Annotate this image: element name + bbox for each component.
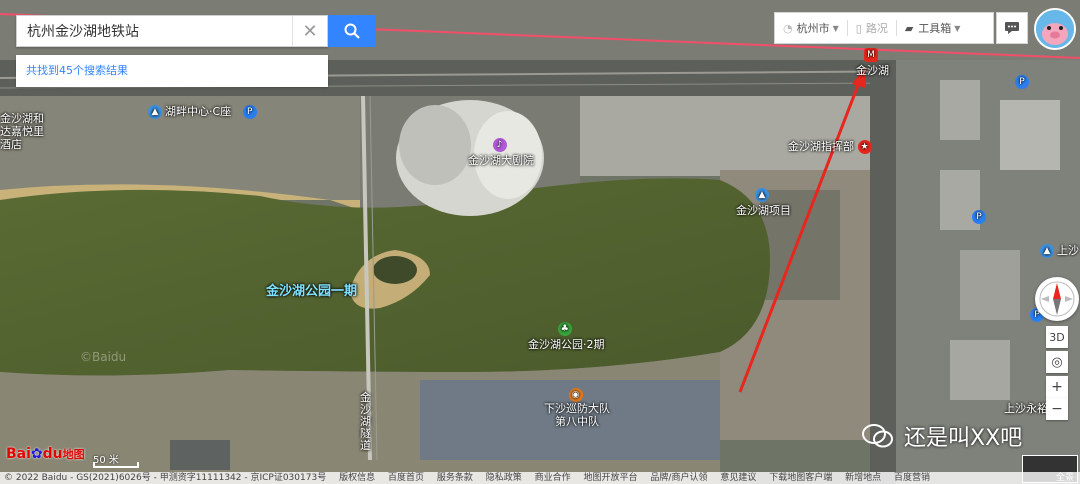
poi-right-1[interactable]: ▲ 上沙 (1040, 242, 1079, 258)
search-box: ✕ (16, 15, 328, 47)
zoom-out-button[interactable]: − (1046, 398, 1068, 420)
message-button[interactable] (996, 12, 1028, 44)
chevron-down-icon: ▼ (832, 23, 839, 33)
wechat-icon (862, 424, 893, 448)
poi-hq[interactable]: 金沙湖指挥部 ★ (788, 138, 875, 154)
close-icon: ✕ (302, 20, 318, 42)
footer-link-download[interactable]: 下载地图客户端 (769, 473, 832, 483)
poi-theater[interactable]: ♪ 金沙湖大剧院 (468, 138, 534, 168)
metro-icon: M (864, 48, 878, 62)
poi-right-2[interactable]: 上沙永裕 (1004, 400, 1048, 416)
search-input[interactable] (17, 16, 293, 46)
3d-toggle[interactable]: 3D (1046, 326, 1068, 348)
theater-icon: ♪ (492, 138, 507, 152)
search-button[interactable] (328, 15, 376, 47)
footer-link-copyright[interactable]: 版权信息 (339, 473, 375, 483)
clear-search-button[interactable]: ✕ (292, 16, 327, 46)
scale-bar (93, 462, 139, 468)
star-icon: ★ (857, 140, 872, 154)
baidu-map-logo[interactable]: Bai✿du地图 (6, 446, 85, 462)
chevron-down-icon: ▼ (954, 23, 961, 33)
footer-link-claim[interactable]: 品牌/商户认领 (650, 473, 707, 483)
poi-fire-brigade[interactable]: ◉ 下沙巡防大队 第八中队 (544, 388, 610, 428)
parking-icon[interactable]: P (242, 105, 257, 119)
footer-link-marketing[interactable]: 百度营销 (894, 473, 930, 483)
city-selector[interactable]: ◔ 杭州市 ▼ (775, 13, 847, 43)
footer-link-add-place[interactable]: 新增地点 (845, 473, 881, 483)
footer-link-privacy[interactable]: 隐私政策 (486, 473, 522, 483)
police-icon: ◉ (568, 388, 583, 402)
building-icon: ▲ (755, 188, 769, 202)
parking-icon[interactable]: P (972, 210, 986, 224)
message-icon (1005, 22, 1019, 34)
copyright-bar: © 2022 Baidu - GS(2021)6026号 - 甲测资字11111… (0, 472, 1080, 484)
user-avatar[interactable] (1034, 8, 1076, 50)
avatar-image (1036, 10, 1074, 48)
zoom-in-button[interactable]: + (1046, 376, 1068, 398)
locate-button[interactable]: ◎ (1046, 351, 1068, 373)
poi-park-phase1[interactable]: 金沙湖公园一期 (266, 280, 357, 299)
locate-icon: ◎ (1051, 354, 1063, 370)
traffic-light-icon: ▯ (855, 21, 862, 35)
result-count: 45 (59, 64, 73, 77)
building-icon: ▲ (148, 105, 162, 119)
park-icon: ♣ (557, 322, 572, 336)
traffic-toggle[interactable]: ▯ 路况 (848, 13, 896, 43)
copyright-text: © 2022 Baidu - GS(2021)6026号 - 甲测资字11111… (4, 473, 327, 483)
poi-tunnel[interactable]: 金沙湖隧道 (360, 392, 374, 452)
poi-park-phase2[interactable]: ♣ 金沙湖公园·2期 (528, 322, 605, 352)
toolbox-menu[interactable]: ▰ 工具箱 ▼ (897, 13, 969, 43)
footer-link-business[interactable]: 商业合作 (535, 473, 571, 483)
baidu-map-watermark: ©Baidu (80, 350, 127, 364)
footer-link-home[interactable]: 百度首页 (388, 473, 424, 483)
poi-hotel[interactable]: 金沙湖和达嘉悦里酒店 (0, 112, 54, 151)
compass-control[interactable] (1035, 277, 1079, 321)
poi-metro-station[interactable]: M 金沙湖 (856, 48, 889, 78)
building-icon: ▲ (1040, 244, 1054, 258)
wechat-watermark: 还是叫XX吧 (862, 420, 1022, 452)
search-result-summary[interactable]: 共找到45个搜索结果 (16, 55, 328, 87)
footer-link-terms[interactable]: 服务条款 (437, 473, 473, 483)
toolbox-icon: ▰ (904, 21, 914, 35)
map-toolbar: ◔ 杭州市 ▼ ▯ 路况 ▰ 工具箱 ▼ (774, 12, 994, 44)
poi-project[interactable]: ▲ 金沙湖项目 (736, 188, 791, 218)
search-icon (344, 23, 360, 39)
footer-link-open-platform[interactable]: 地图开放平台 (584, 473, 638, 483)
parking-icon[interactable]: P (1015, 75, 1029, 89)
compass-icon (1039, 281, 1075, 317)
poi-lakeside-center[interactable]: ▲ 湖畔中心·C座 P (148, 103, 260, 119)
footer-link-feedback[interactable]: 意见建议 (720, 473, 756, 483)
location-icon: ◔ (783, 21, 793, 35)
paw-icon: ✿ (30, 446, 43, 462)
